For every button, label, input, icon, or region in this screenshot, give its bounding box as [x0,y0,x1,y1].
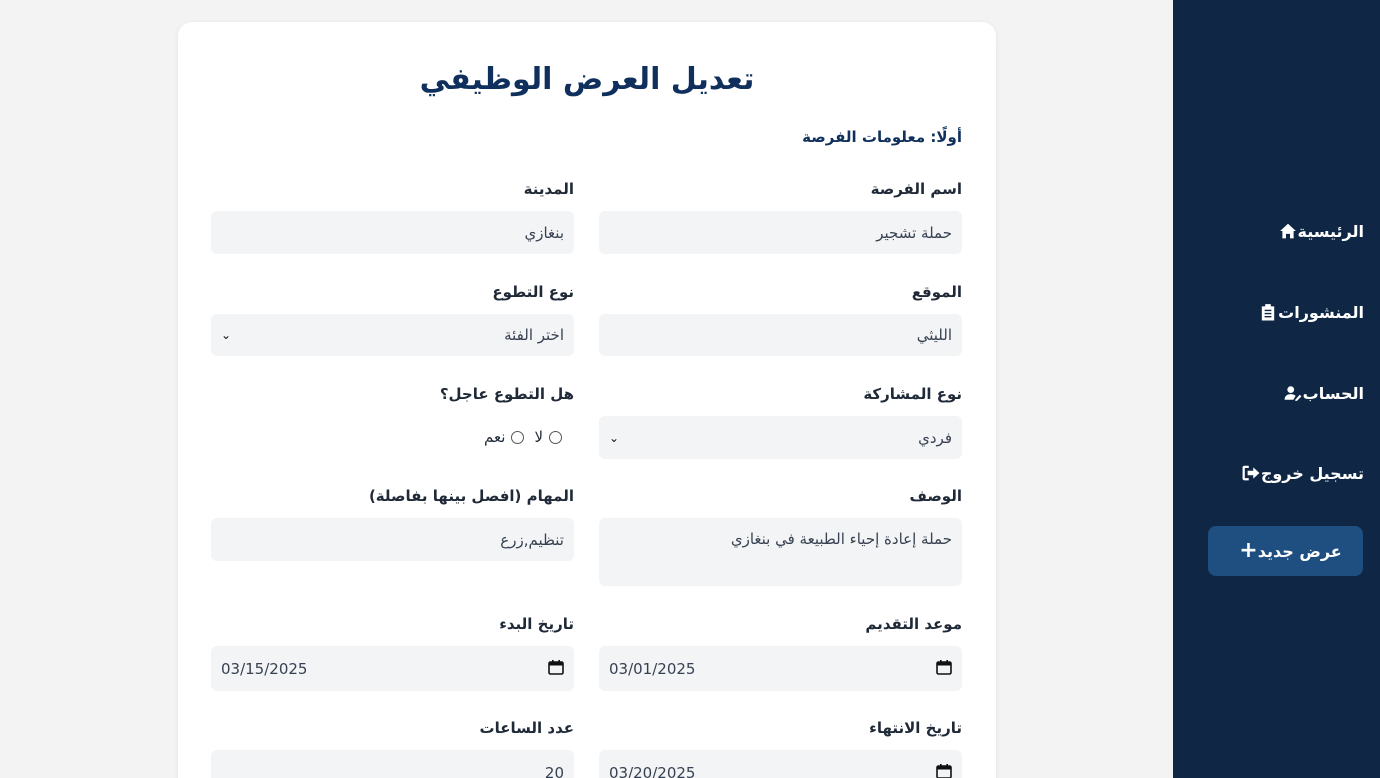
sidebar: الرئيسية المنشورات الحساب تسجيل خروج + ع… [1173,0,1380,778]
deadline-label: موعد التقديم [865,615,962,633]
start-date-input[interactable]: 03/15/2025 [211,646,574,691]
city-value: بنغازي [524,223,565,242]
plus-icon: + [1239,538,1258,563]
urgent-no-option[interactable]: لا [534,428,562,446]
description-textarea[interactable]: حملة إعادة إحياء الطبيعة في بنغازي [599,518,962,586]
logout-icon [1241,463,1261,483]
start-date-value: 03/15/2025 [221,659,308,678]
clipboard-icon [1258,302,1278,322]
edit-offer-card: تعديل العرض الوظيفي أولًا: معلومات الفرص… [178,22,996,778]
chevron-down-icon: ⌄ [609,430,620,445]
calendar-icon[interactable] [936,763,952,778]
tasks-label: المهام (افصل بينها بفاصلة) [368,487,574,505]
hours-label: عدد الساعات [479,719,574,737]
urgent-no-radio[interactable] [549,430,562,444]
hours-input[interactable]: 20 [211,750,574,778]
sidebar-item-label: الرئيسية [1297,221,1365,241]
urgent-yes-option[interactable]: نعم [484,428,525,446]
sidebar-item-label: المنشورات [1278,302,1364,322]
volunteer-type-label: نوع التطوع [492,283,574,301]
description-label: الوصف [909,487,962,505]
city-label: المدينة [523,180,574,198]
tasks-input[interactable]: تنظيم,زرع [211,518,574,561]
participation-type-select[interactable]: فردي ⌄ [599,416,962,459]
sidebar-item-account[interactable]: الحساب [1267,373,1364,413]
urgent-radio-group: نعم لا [474,428,562,446]
volunteer-type-select[interactable]: اختر الفئة ⌄ [211,314,574,356]
tasks-value: تنظيم,زرع [500,530,564,549]
city-input[interactable]: بنغازي [211,211,574,254]
sidebar-item-posts[interactable]: المنشورات [1242,292,1364,332]
description-value: حملة إعادة إحياء الطبيعة في بنغازي [730,530,952,548]
opportunity-name-value: حملة تشجير [876,223,952,242]
participation-type-value: فردي [918,428,952,447]
urgent-yes-radio[interactable] [511,430,525,444]
sidebar-item-label: تسجيل خروج [1260,463,1364,483]
deadline-value: 03/01/2025 [609,659,696,678]
urgent-label: هل التطوع عاجل؟ [439,385,574,403]
start-date-label: تاريخ البدء [499,615,574,633]
urgent-yes-label: نعم [484,428,506,446]
end-date-input[interactable]: 03/20/2025 [599,750,962,778]
page: تعديل العرض الوظيفي أولًا: معلومات الفرص… [0,0,1380,778]
new-offer-button[interactable]: + عرض جديد [1208,526,1363,576]
participation-type-label: نوع المشاركة [863,385,962,403]
sidebar-item-logout[interactable]: تسجيل خروج [1225,453,1364,493]
section-title: أولًا: معلومات الفرصة [802,128,962,146]
opportunity-name-label: اسم الفرصة [870,180,962,198]
user-edit-icon [1283,383,1303,403]
urgent-no-label: لا [534,428,543,446]
location-label: الموقع [911,283,962,301]
hours-value: 20 [544,763,564,778]
end-date-label: تاريخ الانتهاء [869,719,962,737]
chevron-down-icon: ⌄ [221,328,232,342]
volunteer-type-value: اختر الفئة [504,326,564,344]
sidebar-item-label: الحساب [1302,383,1364,403]
deadline-date-input[interactable]: 03/01/2025 [599,646,962,691]
location-value: الليثي [916,326,952,344]
home-icon [1278,221,1298,241]
page-title: تعديل العرض الوظيفي [419,62,755,97]
new-offer-label: عرض جديد [1257,541,1342,561]
sidebar-item-home[interactable]: الرئيسية [1262,211,1365,251]
location-input[interactable]: الليثي [599,314,962,356]
calendar-icon[interactable] [548,659,564,679]
end-date-value: 03/20/2025 [609,763,696,778]
opportunity-name-input[interactable]: حملة تشجير [599,211,962,254]
calendar-icon[interactable] [936,659,952,679]
